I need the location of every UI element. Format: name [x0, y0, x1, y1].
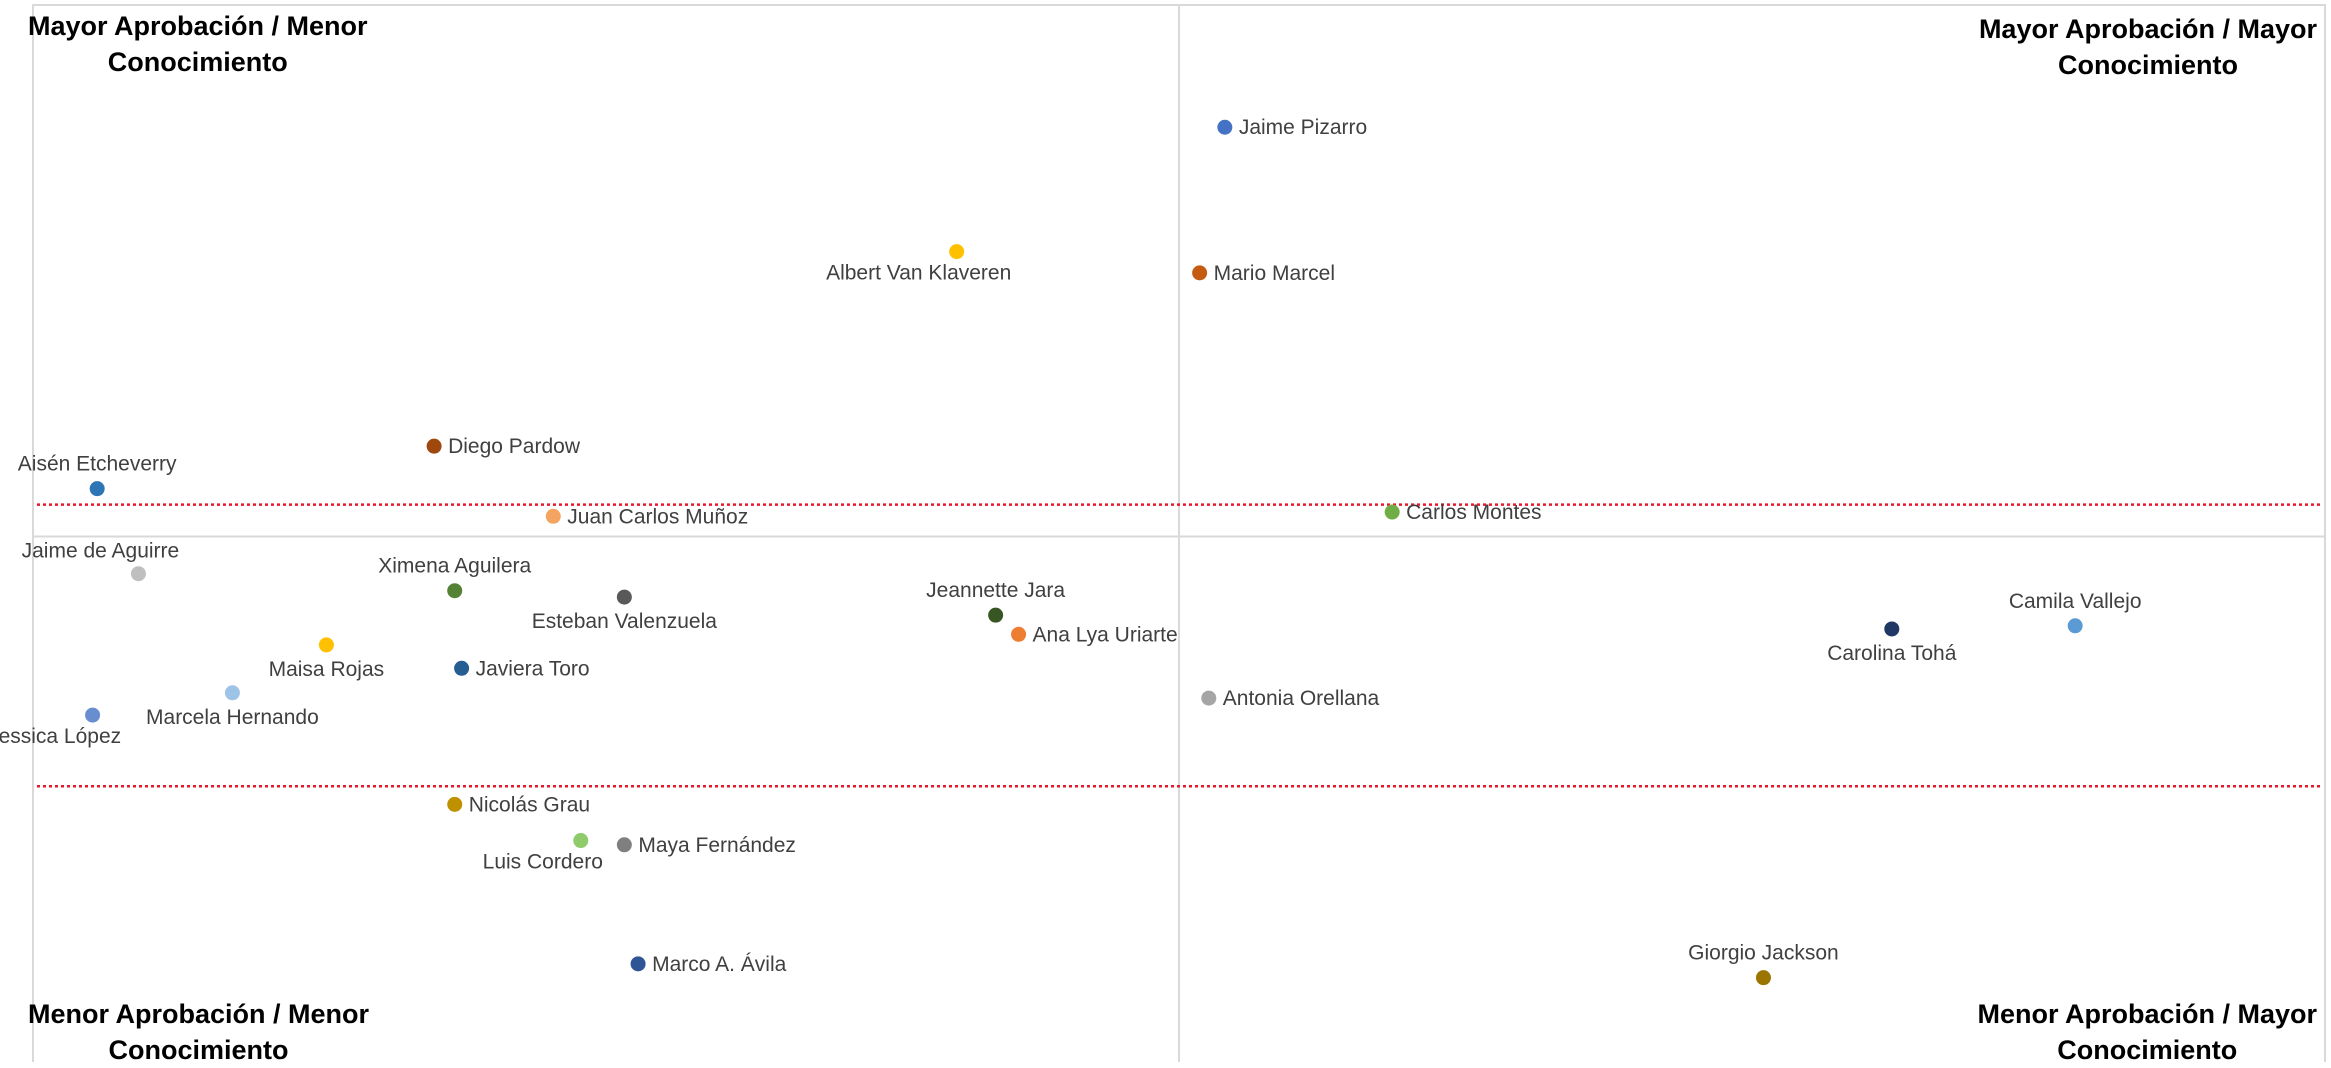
- point-mario-marcel: [1192, 265, 1208, 281]
- point-ximena-aguilera: [447, 583, 463, 599]
- label-jeannette-jara: Jeannette Jara: [926, 579, 1065, 602]
- label-jaime-de-aguirre: Jaime de Aguirre: [22, 540, 180, 563]
- quadrant-label-top-right-line-1: Mayor Aprobación / Mayor: [1978, 14, 2317, 44]
- point-giorgio-jackson: [1755, 970, 1771, 986]
- quadrant-label-bottom-right-line-1: Menor Aprobación / Mayor: [1977, 999, 2317, 1029]
- point-maisa-rojas: [318, 637, 334, 653]
- label-jaime-pizarro: Jaime Pizarro: [1239, 116, 1367, 139]
- quadrant-label-bottom-left-line-2: Conocimiento: [108, 1035, 289, 1065]
- point-ana-lya-uriarte: [1011, 626, 1027, 642]
- label-jessica-lopez: Jessica López: [0, 725, 121, 748]
- label-juan-carlos-munoz: Juan Carlos Muñoz: [567, 505, 748, 528]
- point-nicolas-grau: [447, 796, 463, 812]
- quadrant-label-bottom-right-line-2: Conocimiento: [2057, 1035, 2238, 1065]
- label-luis-cordero: Luis Cordero: [483, 851, 603, 874]
- label-esteban-valenzuela: Esteban Valenzuela: [532, 610, 718, 633]
- label-nicolas-grau: Nicolás Grau: [469, 793, 590, 816]
- point-carolina-toha: [1884, 621, 1900, 637]
- point-juan-carlos-munoz: [545, 508, 561, 524]
- point-jessica-lopez: [85, 707, 101, 723]
- point-luis-cordero: [573, 833, 589, 849]
- point-jaime-pizarro: [1217, 119, 1233, 135]
- point-antonia-orellana: [1201, 690, 1217, 706]
- quadrant-scatter-chart: Jaime Pizarro Albert Van Klaveren Mario Ma…: [0, 4, 2326, 1062]
- label-camila-vallejo: Camila Vallejo: [2009, 590, 2142, 613]
- label-albert-van-klaveren: Albert Van Klaveren: [826, 262, 1011, 285]
- label-javiera-toro: Javiera Toro: [476, 657, 590, 680]
- quadrant-label-bottom-left-line-1: Menor Aprobación / Menor: [28, 999, 370, 1029]
- label-carolina-toha: Carolina Tohá: [1827, 642, 1957, 665]
- point-albert-van-klaveren: [949, 244, 965, 260]
- quadrant-label-bottom-left: Menor Aprobación / Menor Conocimiento: [28, 996, 369, 1068]
- quadrant-label-bottom-right: Menor Aprobación / Mayor Conocimiento: [1977, 996, 2317, 1068]
- point-javiera-toro: [454, 660, 470, 676]
- point-aisen-etcheverry: [89, 481, 105, 497]
- quadrant-label-top-left-line-1: Mayor Aprobación / Menor: [28, 11, 368, 41]
- quadrant-label-top-right-line-2: Conocimiento: [2057, 50, 2238, 80]
- label-giorgio-jackson: Giorgio Jackson: [1688, 942, 1839, 965]
- label-marco-a-avila: Marco A. Ávila: [652, 953, 787, 976]
- data-points: Jaime Pizarro Albert Van Klaveren Mario Ma…: [0, 116, 2142, 986]
- point-jaime-de-aguirre: [130, 566, 146, 582]
- point-camila-vallejo: [2067, 618, 2083, 634]
- label-carlos-montes: Carlos Montes: [1406, 501, 1541, 524]
- point-maya-fernandez: [616, 837, 632, 853]
- label-maisa-rojas: Maisa Rojas: [269, 658, 385, 681]
- label-ximena-aguilera: Ximena Aguilera: [378, 555, 531, 578]
- quadrant-label-top-left-line-2: Conocimiento: [107, 47, 288, 77]
- quadrant-label-top-right: Mayor Aprobación / Mayor Conocimiento: [1979, 11, 2317, 83]
- label-diego-pardow: Diego Pardow: [448, 435, 581, 458]
- label-antonia-orellana: Antonia Orellana: [1223, 687, 1380, 710]
- quadrant-label-top-left: Mayor Aprobación / Menor Conocimiento: [28, 8, 368, 80]
- point-marco-a-avila: [630, 956, 646, 972]
- point-carlos-montes: [1384, 504, 1400, 520]
- label-marcela-hernando: Marcela Hernando: [146, 706, 319, 729]
- label-maya-fernandez: Maya Fernández: [638, 834, 796, 857]
- point-marcela-hernando: [224, 685, 240, 701]
- label-aisen-etcheverry: Aisén Etcheverry: [18, 453, 177, 476]
- point-jeannette-jara: [988, 607, 1004, 623]
- label-mario-marcel: Mario Marcel: [1214, 262, 1335, 285]
- label-ana-lya-uriarte: Ana Lya Uriarte: [1033, 623, 1178, 646]
- point-diego-pardow: [426, 438, 442, 454]
- point-esteban-valenzuela: [616, 589, 632, 605]
